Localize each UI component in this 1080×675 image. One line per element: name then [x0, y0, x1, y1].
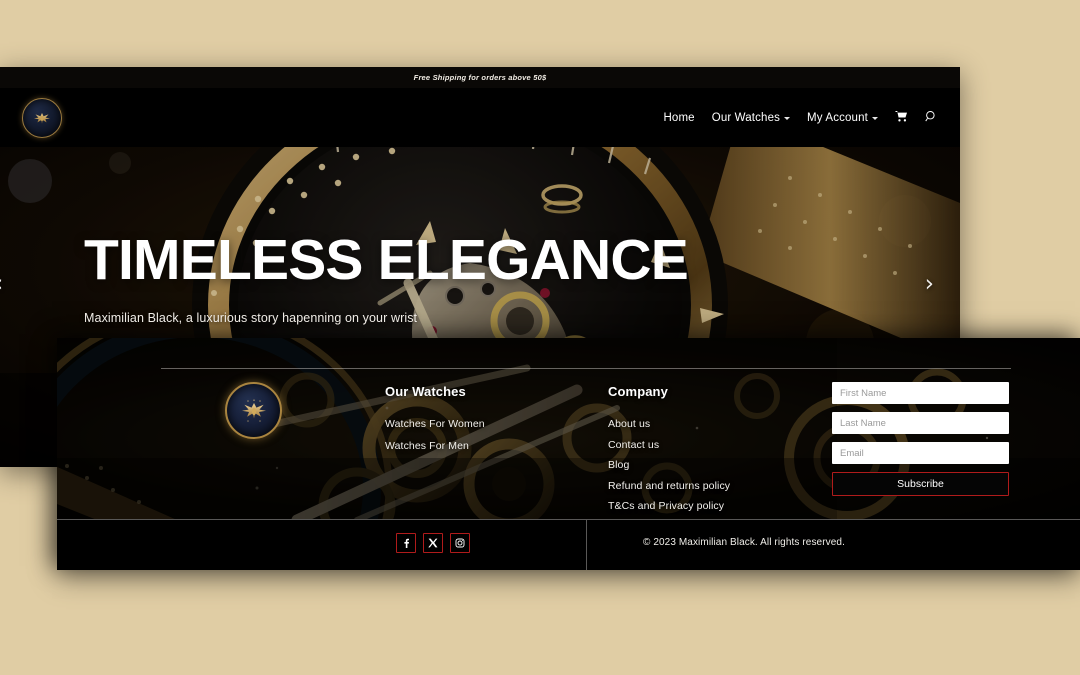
last-name-input[interactable]	[832, 412, 1009, 434]
carousel-prev-arrow-icon[interactable]: ‹	[0, 273, 3, 296]
footer-column-our-watches: Our Watches Watches For Women Watches Fo…	[385, 384, 485, 462]
facebook-icon[interactable]	[396, 533, 416, 553]
footer-divider	[161, 368, 1011, 369]
footer-link-refund-policy[interactable]: Refund and returns policy	[608, 480, 730, 492]
nav-link-home[interactable]: Home	[663, 112, 694, 124]
social-links	[396, 533, 470, 553]
eagle-emblem-icon[interactable]	[225, 382, 282, 439]
nav-link-my-account[interactable]: My Account	[807, 112, 878, 124]
eagle-emblem-icon[interactable]	[22, 98, 62, 138]
nav-link-our-watches[interactable]: Our Watches	[711, 111, 791, 124]
footer-link-terms-privacy[interactable]: T&Cs and Privacy policy	[608, 500, 730, 512]
x-twitter-icon[interactable]	[423, 533, 443, 553]
subscribe-form: Subscribe	[832, 382, 1009, 496]
footer-link-blog[interactable]: Blog	[608, 459, 730, 471]
main-nav: Home Our Watches My Account	[663, 88, 938, 147]
footer-link-contact-us[interactable]: Contact us	[608, 439, 730, 451]
nav-link-our-watches-label: Our Watches	[711, 111, 781, 124]
hero-copy: TIMELESS ELEGANCE Maximilian Black, a lu…	[84, 228, 884, 326]
search-icon[interactable]	[925, 110, 938, 126]
carousel-next-arrow-icon[interactable]: ›	[925, 273, 934, 296]
footer-link-watches-for-men[interactable]: Watches For Men	[385, 440, 485, 452]
subscribe-button[interactable]: Subscribe	[832, 472, 1009, 496]
first-name-input[interactable]	[832, 382, 1009, 404]
shopping-cart-icon[interactable]	[895, 110, 908, 126]
email-input[interactable]	[832, 442, 1009, 464]
footer-column-heading: Our Watches	[385, 384, 466, 399]
footer-bottom-divider	[586, 520, 587, 570]
site-header: Home Our Watches My Account	[0, 88, 960, 147]
nav-link-my-account-label: My Account	[807, 111, 868, 124]
hero-subtitle: Maximilian Black, a luxurious story hape…	[84, 311, 418, 325]
footer-column-company: Company About us Contact us Blog Refund …	[608, 384, 730, 521]
chevron-down-icon	[872, 117, 878, 120]
page-title: TIMELESS ELEGANCE	[84, 228, 689, 292]
footer-panel: Our Watches Watches For Women Watches Fo…	[57, 338, 1080, 570]
footer-link-watches-for-women[interactable]: Watches For Women	[385, 418, 485, 430]
chevron-down-icon	[784, 117, 791, 120]
announcement-bar: Free Shipping for orders above 50$	[0, 67, 960, 89]
nav-link-home-label: Home	[663, 111, 695, 124]
announcement-text: Free Shipping for orders above 50$	[413, 73, 547, 82]
footer-column-heading: Company	[608, 384, 668, 399]
instagram-icon[interactable]	[450, 533, 470, 553]
copyright-text: © 2023 Maximilian Black. All rights rese…	[643, 537, 845, 548]
footer-link-about-us[interactable]: About us	[608, 418, 730, 430]
footer-bottom-bar: © 2023 Maximilian Black. All rights rese…	[57, 519, 1080, 570]
